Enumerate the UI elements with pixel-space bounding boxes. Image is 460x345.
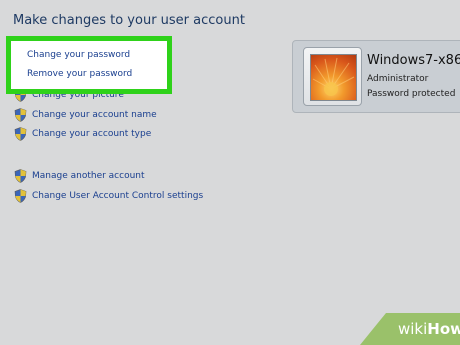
avatar-frame xyxy=(303,47,362,106)
task-manage-another-account[interactable]: Manage another account xyxy=(14,168,145,184)
flower-icon xyxy=(312,57,355,96)
account-role: Administrator xyxy=(367,74,429,84)
account-status: Password protected xyxy=(367,89,456,99)
change-password-link[interactable]: Change your password xyxy=(27,50,130,60)
highlight-box xyxy=(6,36,172,94)
account-card: Windows7-x86 Administrator Password prot… xyxy=(292,40,460,113)
avatar xyxy=(310,54,357,101)
wikihow-logo: wikiHow xyxy=(398,320,460,338)
task-change-account-type[interactable]: Change your account type xyxy=(14,126,151,142)
uac-shield-icon xyxy=(14,127,27,141)
account-name: Windows7-x86 xyxy=(367,53,460,68)
task-label: Change User Account Control settings xyxy=(32,191,204,201)
wikihow-watermark: wikiHow xyxy=(360,313,460,345)
task-list: Change your picture Change your account … xyxy=(0,0,290,220)
task-label: Manage another account xyxy=(32,171,145,181)
task-change-uac-settings[interactable]: Change User Account Control settings xyxy=(14,188,203,204)
task-label: Change your account type xyxy=(32,129,152,139)
uac-shield-icon xyxy=(14,108,27,122)
uac-shield-icon xyxy=(14,189,27,203)
remove-password-link[interactable]: Remove your password xyxy=(27,69,132,79)
uac-shield-icon xyxy=(14,169,27,183)
task-label: Change your account name xyxy=(32,110,157,120)
task-change-account-name[interactable]: Change your account name xyxy=(14,107,157,123)
